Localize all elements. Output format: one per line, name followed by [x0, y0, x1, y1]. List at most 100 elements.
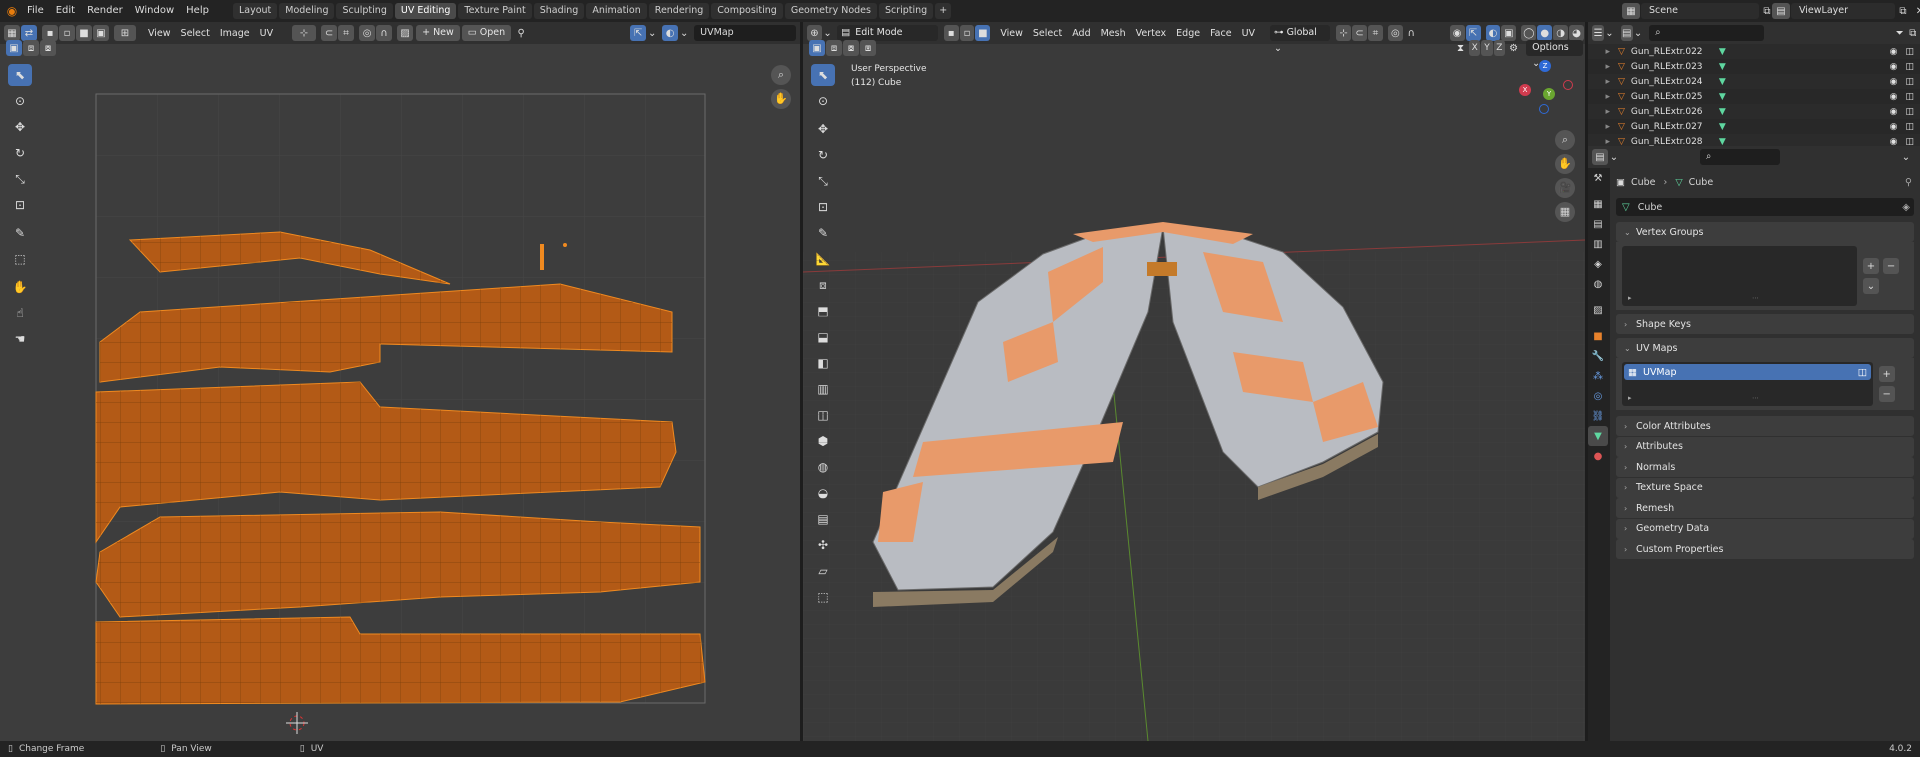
properties-search-input[interactable]: ⌕ — [1700, 149, 1780, 165]
outliner-search-input[interactable]: ⌕ — [1649, 25, 1764, 41]
close-viewlayer-icon[interactable]: ✕ — [1912, 3, 1920, 19]
vgroup-add-icon[interactable]: + — [1862, 258, 1879, 274]
duplicate-viewlayer-icon[interactable]: ⧉ — [1895, 3, 1911, 19]
scene-name-field[interactable]: Scene — [1641, 3, 1759, 19]
view-layer-tab-icon[interactable]: ▥ — [1588, 234, 1608, 254]
color-attributes-header[interactable]: › Color Attributes — [1616, 416, 1914, 436]
vp-pan-icon[interactable]: ✋ — [1555, 154, 1575, 174]
texture-space-header[interactable]: › Texture Space — [1616, 477, 1914, 498]
tab-modeling[interactable]: Modeling — [279, 3, 335, 19]
constraints-tab-icon[interactable]: ⛓ — [1588, 406, 1608, 426]
display-mode-icon[interactable]: ▤ — [1620, 25, 1633, 41]
fake-user-icon[interactable]: ◈ — [1902, 202, 1910, 213]
physics-tab-icon[interactable]: ◎ — [1588, 386, 1608, 406]
visibility-eye-icon[interactable]: ◉ — [1890, 107, 1898, 117]
properties-editor-type-icon[interactable]: ▤ — [1592, 149, 1608, 165]
gizmo-z-icon[interactable]: Z — [1539, 60, 1551, 72]
tab-geometry-nodes[interactable]: Geometry Nodes — [784, 3, 877, 19]
visibility-eye-icon[interactable]: ◉ — [1890, 62, 1898, 72]
active-render-icon[interactable]: ◫ — [1858, 367, 1867, 378]
menu-edit[interactable]: Edit — [50, 0, 81, 22]
uv-canvas[interactable] — [0, 22, 800, 741]
visibility-eye-icon[interactable]: ◉ — [1890, 122, 1898, 132]
camera-view-icon[interactable]: 🎥 — [1555, 178, 1575, 198]
visibility-eye-icon[interactable]: ◉ — [1890, 47, 1898, 57]
render-camera-icon[interactable]: ◫ — [1905, 62, 1914, 72]
outliner-editor-type-icon[interactable]: ☰ — [1592, 25, 1605, 41]
uv-maps-list[interactable]: ▦ UVMap ◫ ▸ ⋯ — [1622, 362, 1873, 406]
new-collection-icon[interactable]: ⧉ — [1907, 25, 1919, 41]
uv-list-resize-handle-icon[interactable]: ⋯ — [1752, 394, 1759, 402]
particles-tab-icon[interactable]: ⁂ — [1588, 366, 1608, 386]
geometry-data-header[interactable]: › Geometry Data — [1616, 518, 1914, 539]
tab-layout[interactable]: Layout — [232, 3, 278, 19]
render-camera-icon[interactable]: ◫ — [1905, 107, 1914, 117]
outliner-row[interactable]: ▸ ▽ Gun_RLExtr.023 ▼ ◉ ◫ — [1588, 59, 1920, 74]
remesh-header[interactable]: › Remesh — [1616, 498, 1914, 518]
render-camera-icon[interactable]: ◫ — [1905, 47, 1914, 57]
add-workspace-button[interactable]: + — [935, 3, 952, 19]
outliner-type-dropdown-icon[interactable]: ⌄ — [1605, 25, 1613, 41]
gizmo-x-icon[interactable]: X — [1519, 84, 1531, 96]
outliner-row[interactable]: ▸ ▽ Gun_RLExtr.024 ▼ ◉ ◫ — [1588, 74, 1920, 89]
material-tab-icon[interactable]: ● — [1588, 446, 1608, 466]
output-tab-icon[interactable]: ▤ — [1588, 214, 1608, 234]
pin-properties-icon[interactable]: ⚲ — [1905, 177, 1912, 188]
render-camera-icon[interactable]: ◫ — [1905, 77, 1914, 87]
scene-selector[interactable]: ▦ Scene ⧉ ✕ — [1622, 3, 1793, 19]
uv-map-item[interactable]: ▦ UVMap ◫ — [1624, 364, 1871, 380]
custom-properties-header[interactable]: › Custom Properties — [1616, 539, 1914, 559]
outliner-row[interactable]: ▸ ▽ Gun_RLExtr.026 ▼ ◉ ◫ — [1588, 104, 1920, 119]
shape-keys-header[interactable]: › Shape Keys — [1616, 314, 1914, 334]
vertex-groups-header[interactable]: ⌄ Vertex Groups — [1616, 222, 1914, 242]
viewlayer-name-field[interactable]: ViewLayer — [1791, 3, 1895, 19]
properties-type-dropdown-icon[interactable]: ⌄ — [1609, 149, 1619, 165]
tab-compositing[interactable]: Compositing — [711, 3, 783, 19]
visibility-eye-icon[interactable]: ◉ — [1890, 92, 1898, 102]
outliner-row[interactable]: ▸ ▽ Gun_RLExtr.022 ▼ ◉ ◫ — [1588, 44, 1920, 59]
vp-zoom-icon[interactable]: ⌕ — [1555, 130, 1575, 150]
outliner-row[interactable]: ▸ ▽ Gun_RLExtr.027 ▼ ◉ ◫ — [1588, 119, 1920, 134]
tab-texture-paint[interactable]: Texture Paint — [458, 3, 532, 19]
vgroup-specials-icon[interactable]: ⌄ — [1862, 278, 1879, 294]
mesh-name-field[interactable]: ▽ Cube ◈ — [1616, 198, 1914, 216]
gizmo-y-icon[interactable]: Y — [1543, 88, 1555, 100]
tab-uv-editing[interactable]: UV Editing — [394, 3, 457, 19]
blender-logo-icon[interactable]: ◉ — [4, 3, 20, 19]
render-camera-icon[interactable]: ◫ — [1905, 137, 1914, 147]
render-tab-icon[interactable]: ▦ — [1588, 194, 1608, 214]
tab-shading[interactable]: Shading — [533, 3, 585, 19]
visibility-eye-icon[interactable]: ◉ — [1890, 77, 1898, 87]
tab-sculpting[interactable]: Sculpting — [336, 3, 393, 19]
properties-options-icon[interactable]: ⌄ — [1898, 149, 1914, 165]
tab-scripting[interactable]: Scripting — [878, 3, 934, 19]
uvmap-add-icon[interactable]: + — [1878, 366, 1895, 382]
scene-tab-icon[interactable]: ◈ — [1588, 254, 1608, 274]
uvmap-remove-icon[interactable]: − — [1878, 386, 1895, 402]
viewport-canvas[interactable] — [803, 22, 1585, 741]
attributes-header[interactable]: › Attributes — [1616, 436, 1914, 457]
vertex-groups-list[interactable]: ▸ ⋯ — [1622, 246, 1857, 306]
menu-help[interactable]: Help — [180, 0, 215, 22]
gizmo-neg-x-icon[interactable] — [1563, 80, 1573, 90]
menu-file[interactable]: File — [21, 0, 50, 22]
mesh-data-tab-icon[interactable]: ▼ — [1588, 426, 1608, 446]
render-camera-icon[interactable]: ◫ — [1905, 92, 1914, 102]
uv-list-expand-icon[interactable]: ▸ — [1628, 394, 1632, 402]
display-mode-dropdown-icon[interactable]: ⌄ — [1634, 25, 1642, 41]
visibility-eye-icon[interactable]: ◉ — [1890, 137, 1898, 147]
tool-tab-icon[interactable]: ⚒ — [1588, 168, 1608, 188]
world-tab-icon[interactable]: ◍ — [1588, 274, 1608, 294]
tab-rendering[interactable]: Rendering — [648, 3, 710, 19]
normals-header[interactable]: › Normals — [1616, 457, 1914, 477]
ortho-toggle-icon[interactable]: ▦ — [1555, 202, 1575, 222]
navigation-gizmo[interactable]: Z X Y — [1519, 60, 1579, 124]
viewlayer-selector[interactable]: ▤ ViewLayer ⧉ ✕ — [1772, 3, 1920, 19]
2d-cursor-icon[interactable] — [286, 712, 308, 734]
modifier-tab-icon[interactable]: 🔧 — [1588, 346, 1608, 366]
uv-maps-header[interactable]: ⌄ UV Maps — [1616, 338, 1914, 358]
vgroup-remove-icon[interactable]: − — [1883, 258, 1900, 274]
outliner-row[interactable]: ▸ ▽ Gun_RLExtr.025 ▼ ◉ ◫ — [1588, 89, 1920, 104]
object-tab-icon[interactable]: ■ — [1588, 326, 1608, 346]
gizmo-neg-z-icon[interactable] — [1539, 104, 1549, 114]
